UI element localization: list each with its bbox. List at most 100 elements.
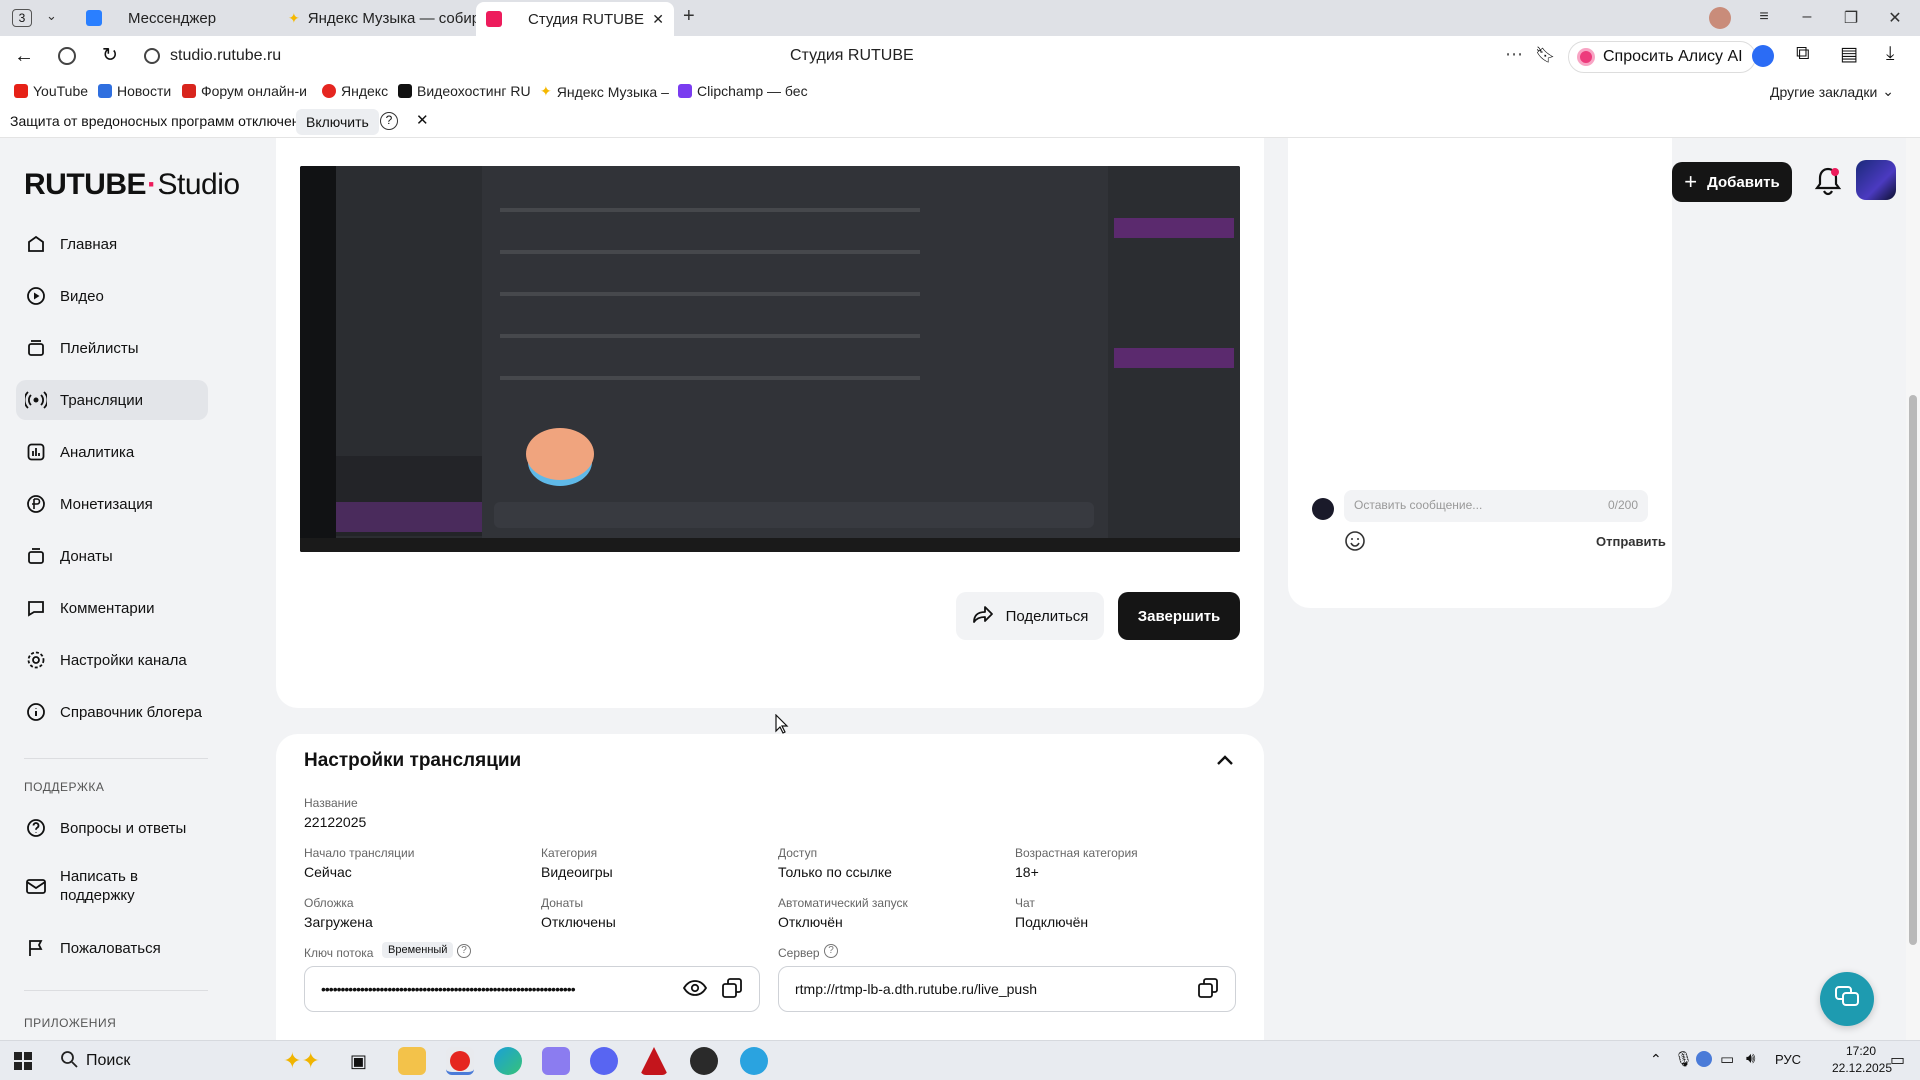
add-button-label: Добавить: [1707, 173, 1780, 191]
donate-icon: [24, 544, 48, 568]
share-button[interactable]: Поделиться: [956, 592, 1104, 640]
enable-protection-button[interactable]: Включить: [296, 109, 379, 135]
sidebar-divider: [24, 990, 208, 991]
chevron-up-icon[interactable]: [1214, 750, 1236, 775]
profile-avatar[interactable]: [1709, 7, 1731, 29]
app-icon[interactable]: [640, 1047, 668, 1075]
notifications-icon[interactable]: ▭: [1890, 1050, 1905, 1070]
stream-key-field[interactable]: ••••••••••••••••••••••••••••••••••••••••…: [304, 966, 760, 1012]
clock-time[interactable]: 17:20: [1836, 1044, 1886, 1058]
add-button[interactable]: + Добавить: [1672, 162, 1792, 202]
site-info-icon[interactable]: [144, 48, 160, 64]
sidebar-item-blogger-guide[interactable]: Справочник блогера: [16, 692, 208, 732]
home-icon: [24, 232, 48, 256]
bookmark-yandex[interactable]: Яндекс: [322, 83, 388, 99]
alice-button[interactable]: Спросить Алису AI: [1568, 41, 1756, 73]
bookmark-youtube[interactable]: YouTube: [14, 83, 88, 99]
file-explorer-icon[interactable]: [398, 1047, 426, 1075]
bookmark-clipchamp[interactable]: Clipchamp — бес: [678, 83, 808, 99]
tab-messenger[interactable]: Мессенджер: [86, 0, 216, 36]
tab-rutube-studio[interactable]: Студия RUTUBE ✕: [476, 2, 674, 36]
reload-icon[interactable]: ↻: [102, 44, 118, 67]
finish-button[interactable]: Завершить: [1118, 592, 1240, 640]
field-label-name: Название: [304, 796, 358, 810]
clock-date[interactable]: 22.12.2025: [1830, 1061, 1894, 1075]
help-icon[interactable]: ?: [824, 944, 838, 958]
sidebar-item-video[interactable]: Видео: [16, 276, 208, 316]
menu-icon[interactable]: ≡: [1754, 8, 1774, 26]
yandex-y-icon[interactable]: [58, 47, 76, 65]
obs-icon[interactable]: [690, 1047, 718, 1075]
windows-start-icon[interactable]: [14, 1052, 32, 1075]
yandex-browser-icon[interactable]: [446, 1047, 474, 1075]
star-icon: ✦: [540, 83, 552, 99]
collections-icon[interactable]: ▤: [1840, 43, 1858, 66]
sidebar-item-broadcasts[interactable]: Трансляции: [16, 380, 208, 420]
bookmark-forum[interactable]: Форум онлайн-и: [182, 83, 307, 99]
stream-video-preview[interactable]: [300, 166, 1240, 552]
sidebar-item-home[interactable]: Главная: [16, 224, 208, 264]
other-bookmarks[interactable]: Другие закладки ⌄: [1770, 83, 1894, 100]
microphone-icon[interactable]: 🎙︎: [1674, 1050, 1693, 1068]
network-icon[interactable]: ▭: [1720, 1050, 1734, 1068]
bookmarks-bar: YouTube Новости Форум онлайн-и Яндекс Ви…: [0, 78, 1920, 106]
input-language[interactable]: РУС: [1775, 1052, 1801, 1067]
bookmark-rutube[interactable]: Видеохостинг RU: [398, 83, 531, 99]
chat-message-input[interactable]: Оставить сообщение... 0/200: [1344, 490, 1648, 522]
emoji-icon[interactable]: [1344, 530, 1366, 557]
help-icon[interactable]: ?: [380, 112, 398, 130]
bookmark-news[interactable]: Новости: [98, 83, 171, 99]
app-tray-icon[interactable]: [1696, 1051, 1712, 1067]
sidebar-item-donations[interactable]: Донаты: [16, 536, 208, 576]
extensions-icon[interactable]: ⧉: [1796, 43, 1810, 65]
taskbar-search[interactable]: Поиск ✦✦: [50, 1045, 330, 1077]
minimize-icon[interactable]: –: [1797, 8, 1817, 26]
send-button[interactable]: Отправить: [1596, 534, 1666, 549]
sidebar-item-contact-support[interactable]: Написать в поддержку: [16, 860, 208, 912]
bookmark-label: Форум онлайн-и: [201, 83, 307, 99]
tab-counter[interactable]: 3: [12, 9, 32, 27]
logo-studio: Studio: [157, 168, 241, 201]
bookmark-yandex-music[interactable]: ✦ Яндекс Музыка –: [540, 83, 669, 100]
task-view-icon[interactable]: ▣: [350, 1051, 367, 1072]
bell-icon[interactable]: [1814, 166, 1842, 201]
help-icon[interactable]: ?: [457, 944, 471, 958]
sidebar-item-channel-settings[interactable]: Настройки канала: [16, 640, 208, 680]
bookmark-icon[interactable]: 🔖︎: [1535, 45, 1555, 65]
sidebar-item-playlists[interactable]: Плейлисты: [16, 328, 208, 368]
close-icon[interactable]: ✕: [416, 111, 429, 129]
sidebar-item-faq[interactable]: Вопросы и ответы: [16, 808, 208, 848]
copy-icon[interactable]: [1197, 977, 1219, 1002]
support-chat-button[interactable]: [1820, 972, 1874, 1026]
tray-chevron-icon[interactable]: ⌃: [1650, 1051, 1662, 1068]
close-window-icon[interactable]: ✕: [1885, 8, 1905, 28]
sidebar-item-report[interactable]: Пожаловаться: [16, 928, 208, 968]
translate-icon[interactable]: [1752, 45, 1774, 67]
volume-icon[interactable]: 🔊︎: [1746, 1050, 1755, 1067]
new-tab-button[interactable]: +: [683, 5, 695, 28]
bookmark-label: Яндекс: [341, 83, 389, 99]
sidebar-item-analytics[interactable]: Аналитика: [16, 432, 208, 472]
more-icon[interactable]: ⋯: [1505, 44, 1523, 65]
edge-icon[interactable]: [494, 1047, 522, 1075]
sidebar-item-monetization[interactable]: Монетизация: [16, 484, 208, 524]
tab-yandex-music[interactable]: ✦ Яндекс Музыка — собир: [288, 0, 480, 36]
close-icon[interactable]: ✕: [652, 11, 664, 28]
chevron-down-icon[interactable]: ⌄: [46, 8, 57, 24]
restore-icon[interactable]: ❐: [1841, 8, 1861, 28]
field-label-start: Начало трансляции: [304, 846, 415, 860]
copy-icon[interactable]: [721, 977, 743, 1002]
back-icon[interactable]: ←: [14, 45, 34, 68]
address-bar[interactable]: studio.rutube.ru: [170, 47, 281, 65]
server-field[interactable]: rtmp://rtmp-lb-a.dth.rutube.ru/live_push: [778, 966, 1236, 1012]
page-scrollbar-thumb[interactable]: [1909, 395, 1917, 945]
app-icon[interactable]: [542, 1047, 570, 1075]
rutube-studio-logo[interactable]: RUTUBE · Studio: [24, 168, 240, 202]
download-icon[interactable]: ⤓: [1886, 43, 1894, 65]
telegram-icon[interactable]: [740, 1047, 768, 1075]
field-value-access: Только по ссылке: [778, 864, 892, 880]
discord-icon[interactable]: [590, 1047, 618, 1075]
eye-icon[interactable]: [682, 979, 708, 1000]
sidebar-item-comments[interactable]: Комментарии: [16, 588, 208, 628]
channel-avatar[interactable]: [1856, 160, 1896, 200]
